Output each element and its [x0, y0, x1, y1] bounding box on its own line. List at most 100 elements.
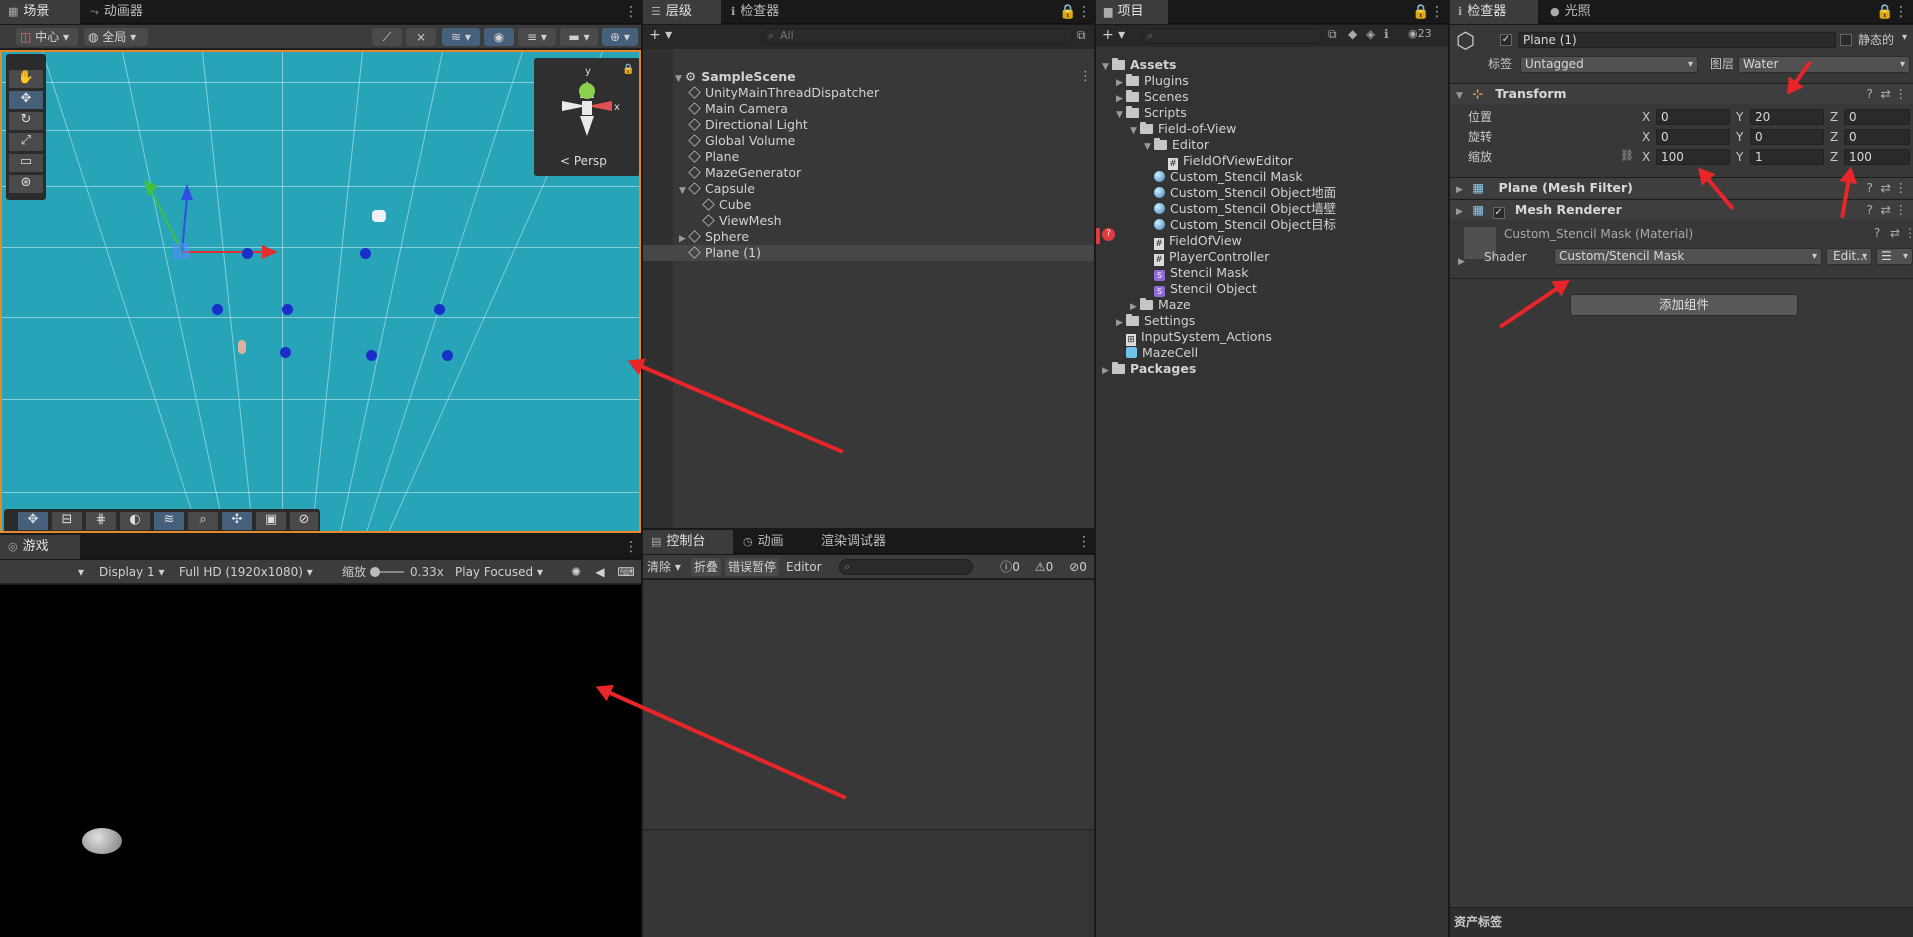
project-item[interactable]: ▼ Assets [1102, 57, 1176, 73]
position-x-input[interactable]: 0 [1656, 109, 1730, 125]
stats-button[interactable]: ⌨ [614, 563, 638, 581]
component-menu-icon[interactable]: ⋮ [1895, 84, 1908, 104]
preset-icon[interactable]: ⇄ [1881, 200, 1891, 220]
console-search-input[interactable]: ⌕ [839, 559, 973, 575]
position-y-input[interactable]: 20 [1750, 109, 1824, 125]
tab-game[interactable]: ◎ 游戏 [0, 535, 80, 559]
label-filter-icon[interactable]: ◈ [1366, 27, 1375, 41]
scene-root[interactable]: ▼ ⚙ SampleScene [675, 69, 796, 85]
transform-tool-button[interactable]: ⊛ [9, 175, 43, 193]
preset-icon[interactable]: ⇄ [1890, 226, 1900, 240]
rect-tool-button[interactable]: ▭ [9, 154, 43, 172]
hierarchy-item[interactable]: Directional Light [688, 117, 808, 133]
overlay-align-button[interactable]: ⊟ [52, 512, 82, 530]
project-item[interactable]: S Stencil Mask [1144, 265, 1248, 281]
project-item[interactable]: ▼ Editor [1144, 137, 1209, 153]
link-icon[interactable]: ⛓ [1620, 149, 1634, 162]
help-icon[interactable]: ? [1866, 84, 1873, 104]
tab-lighting[interactable]: ● 光照 [1542, 0, 1601, 24]
search-by-type-icon[interactable]: ⧉ [1328, 27, 1337, 42]
warning-count-button[interactable]: ⚠0 [1029, 558, 1059, 576]
project-item[interactable]: Custom_Stencil Mask [1144, 169, 1303, 185]
hand-tool-button[interactable]: ✋ [9, 70, 43, 88]
view-gizmo[interactable]: y x 🔒 < Persp [534, 58, 639, 176]
info-icon[interactable]: ℹ [1384, 27, 1389, 41]
project-item[interactable]: ▶ Packages [1102, 361, 1196, 377]
scene-marker[interactable] [442, 350, 453, 361]
position-z-input[interactable]: 0 [1844, 109, 1910, 125]
hierarchy-search-input[interactable]: ⌕ All [763, 28, 1073, 44]
project-item[interactable]: ⊞ InputSystem_Actions [1116, 329, 1272, 346]
material-menu-icon[interactable]: ⋮ [1904, 226, 1913, 240]
hierarchy-item[interactable]: Plane (1) [643, 245, 1094, 261]
scene-marker[interactable] [280, 347, 291, 358]
mute-button[interactable]: ◀ [590, 563, 610, 581]
console-menu-icon[interactable]: ⋮ [1077, 534, 1091, 550]
project-item[interactable]: # PlayerController [1144, 249, 1269, 266]
project-item[interactable]: ▶ Plugins [1116, 73, 1189, 89]
project-item[interactable]: ▶ Settings [1116, 313, 1195, 329]
hierarchy-item[interactable]: Cube [702, 197, 751, 213]
preset-icon[interactable]: ⇄ [1881, 178, 1891, 198]
log-count-button[interactable]: ⓘ0 [995, 558, 1025, 576]
active-checkbox[interactable]: ✓ [1500, 34, 1512, 46]
shader-dropdown[interactable]: Custom/Stencil Mask [1554, 248, 1822, 265]
project-item[interactable]: Custom_Stencil Object墙壁 [1144, 201, 1336, 217]
scene-menu-icon[interactable]: ⋮ [1079, 69, 1092, 84]
inspector-menu-icon[interactable]: ⋮ [1894, 4, 1908, 20]
fold-arrow-icon[interactable]: ▶ [1458, 257, 1468, 267]
project-item[interactable]: # FieldOfViewEditor [1158, 153, 1293, 170]
shader-options-button[interactable]: ☰ [1876, 248, 1913, 265]
scene-marker[interactable] [282, 304, 293, 315]
rotation-y-input[interactable]: 0 [1750, 129, 1824, 145]
scale-slider[interactable] [370, 567, 404, 577]
project-item[interactable]: Custom_Stencil Object地面 [1144, 185, 1336, 201]
overlay-pivot-button[interactable]: ✣ [222, 512, 252, 530]
tab-render-debugger[interactable]: 渲染调试器 [813, 530, 896, 554]
hidden-packages-button[interactable]: ◉23 [1408, 27, 1432, 40]
project-item[interactable]: ▶ Scenes [1116, 89, 1189, 105]
overlay-move-button[interactable]: ✥ [18, 512, 48, 530]
filter-type-icon[interactable]: ◆ [1348, 27, 1357, 41]
scene-viewport[interactable]: ✋ ✥ ↻ ⤢ ▭ ⊛ y x 🔒 < Persp ✥ ⊟ ⋕ ◐ ≋ ⌕ ✣ … [0, 50, 641, 533]
create-asset-button[interactable]: + ▾ [1102, 27, 1125, 43]
overlay-camera-button[interactable]: ▣ [256, 512, 286, 530]
move-gizmo[interactable] [132, 122, 282, 272]
collapse-button[interactable]: 折叠 [691, 558, 721, 576]
project-menu-icon[interactable]: ⋮ [1430, 4, 1444, 20]
component-menu-icon[interactable]: ⋮ [1895, 178, 1908, 198]
mesh-renderer-enabled-checkbox[interactable]: ✓ [1492, 207, 1505, 219]
scale-y-input[interactable]: 1 [1750, 149, 1824, 165]
gameobject-cube-icon[interactable]: ⬡ [1456, 31, 1482, 57]
editor-dropdown[interactable]: Editor ▾ [783, 558, 831, 592]
scale-x-input[interactable]: 100 [1656, 149, 1730, 165]
help-icon[interactable]: ? [1866, 200, 1873, 220]
tab-scene[interactable]: ▦ 场景 [0, 0, 80, 24]
hierarchy-lock-icon[interactable]: 🔒 [1059, 4, 1076, 20]
tab-console[interactable]: ▤ 控制台 [643, 530, 733, 554]
space-dropdown[interactable]: ◍ 全局 ▾ [84, 28, 148, 46]
layers-button[interactable]: ≋ ▾ [442, 28, 480, 46]
scene-menu-icon[interactable]: ⋮ [624, 4, 638, 20]
scale-z-input[interactable]: 100 [1844, 149, 1910, 165]
static-dropdown-arrow[interactable]: ▾ [1902, 32, 1907, 43]
rotate-tool-button[interactable]: ↻ [9, 112, 43, 130]
hierarchy-item[interactable]: ▶ Sphere [679, 229, 749, 245]
game-view-dropdown[interactable]: ▾ [2, 563, 88, 581]
scene-marker[interactable] [360, 248, 371, 259]
project-item[interactable]: MazeCell [1116, 345, 1198, 361]
tab-project[interactable]: ▆ 项目 [1096, 0, 1168, 24]
rotation-z-input[interactable]: 0 [1844, 129, 1910, 145]
overlay-grid-button[interactable]: ⋕ [86, 512, 116, 530]
object-name-input[interactable]: Plane (1) [1518, 32, 1836, 48]
overlay-layers-button[interactable]: ≋ [154, 512, 184, 530]
error-pause-button[interactable]: 错误暂停 [725, 558, 779, 576]
render-layers-button[interactable]: ≡ ▾ [518, 28, 556, 46]
bug-button[interactable]: ✺ [566, 563, 586, 581]
layer-dropdown[interactable]: Water [1738, 56, 1910, 73]
game-menu-icon[interactable]: ⋮ [624, 539, 638, 555]
hierarchy-item[interactable]: ViewMesh [702, 213, 782, 229]
draw-mode-button[interactable]: ⟋ [372, 28, 402, 46]
transform-header[interactable]: ▼ ⊹ Transform ? ⇄ ⋮ [1450, 83, 1913, 104]
scene-visibility-icon[interactable]: ⧉ [1077, 28, 1086, 43]
